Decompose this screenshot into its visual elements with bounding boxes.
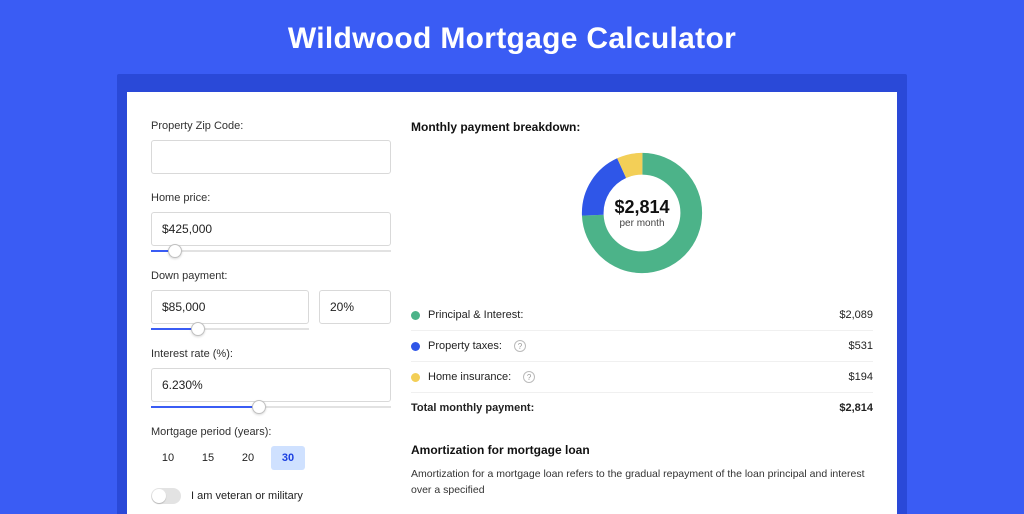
breakdown-title: Monthly payment breakdown: <box>411 120 873 134</box>
veteran-label: I am veteran or military <box>191 490 303 502</box>
period-options: 10 15 20 30 <box>151 446 391 470</box>
interest-rate-slider-thumb[interactable] <box>252 400 266 414</box>
home-price-slider[interactable] <box>151 250 391 252</box>
home-price-label: Home price: <box>151 192 391 204</box>
down-payment-pct-input[interactable] <box>319 290 391 324</box>
home-price-slider-thumb[interactable] <box>168 244 182 258</box>
dot-insurance <box>411 373 420 382</box>
interest-rate-field: Interest rate (%): <box>151 348 391 408</box>
legend-value-principal: $2,089 <box>839 309 873 321</box>
period-option-30[interactable]: 30 <box>271 446 305 470</box>
donut-center: $2,814 per month <box>614 197 669 229</box>
legend-row-principal: Principal & Interest: $2,089 <box>411 300 873 331</box>
legend-label-principal: Principal & Interest: <box>428 309 523 321</box>
interest-rate-input[interactable] <box>151 368 391 402</box>
down-payment-field: Down payment: <box>151 270 391 330</box>
home-price-input[interactable] <box>151 212 391 246</box>
page-title: Wildwood Mortgage Calculator <box>0 0 1024 74</box>
amortization-text: Amortization for a mortgage loan refers … <box>411 467 873 499</box>
legend-value-taxes: $531 <box>849 340 873 352</box>
interest-rate-label: Interest rate (%): <box>151 348 391 360</box>
calculator-card: Property Zip Code: Home price: Down paym… <box>127 92 897 514</box>
period-option-15[interactable]: 15 <box>191 446 225 470</box>
donut-chart: $2,814 per month <box>411 148 873 278</box>
donut-sub: per month <box>614 218 669 229</box>
mortgage-period-field: Mortgage period (years): 10 15 20 30 <box>151 426 391 470</box>
breakdown-column: Monthly payment breakdown: $2,814 per mo… <box>411 120 873 504</box>
veteran-toggle-knob <box>152 489 166 503</box>
help-icon[interactable]: ? <box>514 340 526 352</box>
veteran-row: I am veteran or military <box>151 488 391 504</box>
interest-rate-slider-fill <box>151 406 259 408</box>
inputs-column: Property Zip Code: Home price: Down paym… <box>151 120 391 504</box>
legend-label-taxes: Property taxes: <box>428 340 502 352</box>
legend-row-insurance: Home insurance: ? $194 <box>411 362 873 393</box>
dot-taxes <box>411 342 420 351</box>
donut-amount: $2,814 <box>614 197 669 218</box>
legend-label-insurance: Home insurance: <box>428 371 511 383</box>
dot-principal <box>411 311 420 320</box>
down-payment-input[interactable] <box>151 290 309 324</box>
zip-input[interactable] <box>151 140 391 174</box>
zip-label: Property Zip Code: <box>151 120 391 132</box>
veteran-toggle[interactable] <box>151 488 181 504</box>
zip-field: Property Zip Code: <box>151 120 391 174</box>
down-payment-slider[interactable] <box>151 328 309 330</box>
help-icon[interactable]: ? <box>523 371 535 383</box>
outer-panel: Property Zip Code: Home price: Down paym… <box>117 74 907 514</box>
legend-row-taxes: Property taxes: ? $531 <box>411 331 873 362</box>
period-option-10[interactable]: 10 <box>151 446 185 470</box>
mortgage-period-label: Mortgage period (years): <box>151 426 391 438</box>
down-payment-slider-thumb[interactable] <box>191 322 205 336</box>
amortization-title: Amortization for mortgage loan <box>411 443 873 457</box>
home-price-field: Home price: <box>151 192 391 252</box>
legend-value-total: $2,814 <box>839 402 873 414</box>
legend-row-total: Total monthly payment: $2,814 <box>411 393 873 423</box>
legend-label-total: Total monthly payment: <box>411 402 534 414</box>
interest-rate-slider[interactable] <box>151 406 391 408</box>
down-payment-label: Down payment: <box>151 270 391 282</box>
period-option-20[interactable]: 20 <box>231 446 265 470</box>
legend-value-insurance: $194 <box>849 371 873 383</box>
